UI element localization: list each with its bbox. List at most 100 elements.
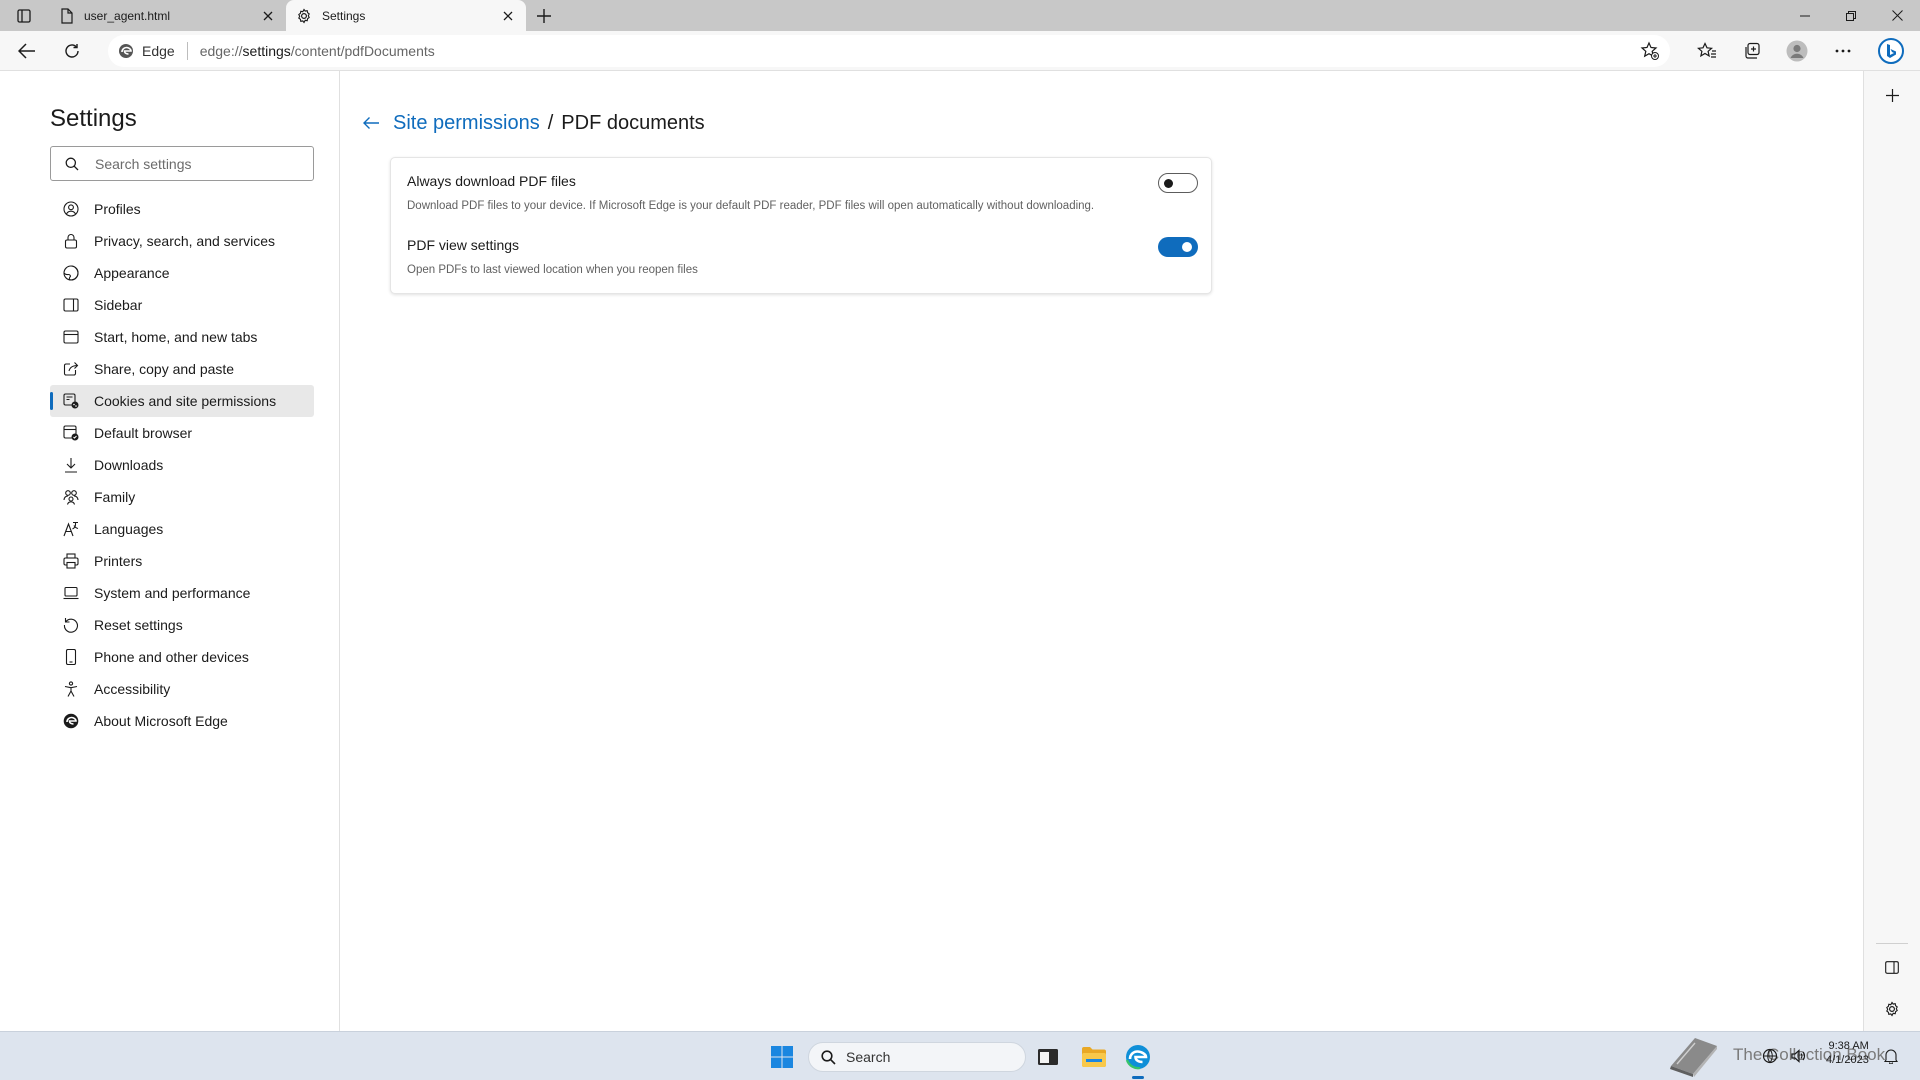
nav-item-appearance[interactable]: Appearance: [50, 257, 314, 289]
breadcrumb: Site permissions / PDF documents: [359, 111, 705, 135]
terminal-icon: [1038, 1049, 1058, 1065]
clock-date: 4/1/2023: [1826, 1054, 1869, 1066]
printer-icon: [63, 553, 79, 569]
taskbar-app-file-explorer[interactable]: [1076, 1039, 1112, 1075]
taskbar-search[interactable]: Search: [808, 1042, 1026, 1072]
sidebar-settings-button[interactable]: [1878, 995, 1906, 1023]
nav-item-about[interactable]: About Microsoft Edge: [50, 705, 314, 737]
sidebar-toggle-icon: [1885, 960, 1899, 974]
settings-content: Site permissions / PDF documents Always …: [341, 71, 1862, 1031]
always-download-pdf-toggle[interactable]: [1158, 173, 1198, 193]
browser-toolbar: Edge edge://settings/content/pdfDocument…: [0, 31, 1920, 71]
nav-label: Languages: [94, 521, 164, 537]
home-icon: [63, 329, 79, 345]
favorites-button[interactable]: [1692, 36, 1722, 66]
hide-sidebar-button[interactable]: [1878, 953, 1906, 981]
language-icon[interactable]: [1762, 1048, 1778, 1064]
nav-item-downloads[interactable]: Downloads: [50, 449, 314, 481]
search-icon: [65, 157, 79, 171]
tab-user-agent[interactable]: user_agent.html: [50, 0, 286, 31]
nav-label: Profiles: [94, 201, 141, 217]
nav-item-cookies[interactable]: Cookies and site permissions: [50, 385, 314, 417]
nav-item-printers[interactable]: Printers: [50, 545, 314, 577]
edge-icon: [118, 43, 134, 59]
add-favorite-button[interactable]: [1640, 41, 1660, 61]
gear-icon: [298, 7, 310, 24]
tab-title: Settings: [322, 8, 366, 23]
sidebar-icon: [63, 297, 79, 313]
setting-description: Open PDFs to last viewed location when y…: [407, 264, 698, 276]
windows-taskbar: Search The Collection Book 9:38 AM 4/1/2…: [0, 1031, 1920, 1080]
back-button[interactable]: [12, 36, 42, 66]
book-watermark-icon: [1665, 1034, 1723, 1078]
settings-title: Settings: [50, 105, 137, 132]
taskbar-app-edge[interactable]: [1120, 1039, 1156, 1075]
edge-sidebar-rail: [1863, 71, 1920, 1031]
more-icon: [1835, 49, 1851, 53]
bing-copilot-button[interactable]: [1876, 36, 1906, 66]
file-icon: [61, 7, 73, 24]
page-title: PDF documents: [561, 111, 705, 134]
taskbar-app-terminal[interactable]: [1030, 1039, 1066, 1075]
nav-item-accessibility[interactable]: Accessibility: [50, 673, 314, 705]
system-clock[interactable]: 9:38 AM 4/1/2023: [1826, 1039, 1869, 1067]
search-input[interactable]: [95, 154, 305, 174]
active-app-indicator: [1132, 1076, 1144, 1079]
close-tab-button[interactable]: [500, 8, 516, 24]
tab-settings[interactable]: Settings: [286, 0, 526, 31]
nav-label: Family: [94, 489, 136, 505]
phone-icon: [63, 649, 79, 665]
nav-item-languages[interactable]: Languages: [50, 513, 314, 545]
browser-icon: [63, 425, 79, 441]
back-to-site-permissions-button[interactable]: [359, 111, 383, 135]
close-window-button[interactable]: [1874, 0, 1920, 31]
lock-icon: [63, 233, 79, 249]
edge-icon: [1125, 1045, 1150, 1070]
nav-item-phone[interactable]: Phone and other devices: [50, 641, 314, 673]
breadcrumb-site-permissions-link[interactable]: Site permissions: [393, 112, 540, 135]
address-bar[interactable]: Edge edge://settings/content/pdfDocument…: [108, 35, 1670, 67]
window-controls: [1782, 0, 1920, 31]
settings-sidebar: Settings Profiles Privacy, search, and s…: [0, 71, 340, 1031]
pdf-view-settings-toggle[interactable]: [1158, 237, 1198, 257]
notifications-button[interactable]: [1884, 1048, 1898, 1064]
restore-icon: [1846, 10, 1856, 21]
settings-search[interactable]: [50, 146, 314, 181]
laptop-icon: [63, 585, 79, 601]
refresh-button[interactable]: [57, 36, 87, 66]
nav-label: Start, home, and new tabs: [94, 329, 258, 345]
download-icon: [63, 457, 79, 473]
nav-label: System and performance: [94, 585, 251, 601]
favorites-icon: [1697, 42, 1716, 58]
arrow-left-icon: [363, 117, 379, 129]
tab-strip: user_agent.html Settings: [0, 0, 1920, 31]
nav-label: Cookies and site permissions: [94, 393, 277, 409]
accessibility-icon: [63, 681, 79, 697]
reset-icon: [63, 617, 79, 633]
rail-divider: [1876, 943, 1908, 944]
setting-title: PDF view settings: [407, 237, 520, 253]
restore-button[interactable]: [1828, 0, 1874, 31]
language-icon: [63, 521, 79, 537]
collections-button[interactable]: [1737, 36, 1767, 66]
volume-icon[interactable]: [1790, 1048, 1806, 1064]
nav-item-share[interactable]: Share, copy and paste: [50, 353, 314, 385]
nav-item-system[interactable]: System and performance: [50, 577, 314, 609]
nav-item-sidebar[interactable]: Sidebar: [50, 289, 314, 321]
profile-button[interactable]: [1782, 36, 1812, 66]
add-sidebar-app-button[interactable]: [1878, 81, 1906, 109]
nav-item-reset[interactable]: Reset settings: [50, 609, 314, 641]
nav-item-privacy[interactable]: Privacy, search, and services: [50, 225, 314, 257]
start-button[interactable]: [764, 1039, 800, 1075]
nav-item-profiles[interactable]: Profiles: [50, 193, 314, 225]
nav-item-default-browser[interactable]: Default browser: [50, 417, 314, 449]
tab-actions-button[interactable]: [12, 6, 36, 26]
more-menu-button[interactable]: [1828, 36, 1858, 66]
new-tab-button[interactable]: [532, 4, 556, 28]
nav-item-family[interactable]: Family: [50, 481, 314, 513]
breadcrumb-separator: /: [547, 111, 554, 134]
nav-item-start-home[interactable]: Start, home, and new tabs: [50, 321, 314, 353]
nav-label: About Microsoft Edge: [94, 713, 228, 729]
close-tab-button[interactable]: [260, 8, 276, 24]
minimize-button[interactable]: [1782, 0, 1828, 31]
